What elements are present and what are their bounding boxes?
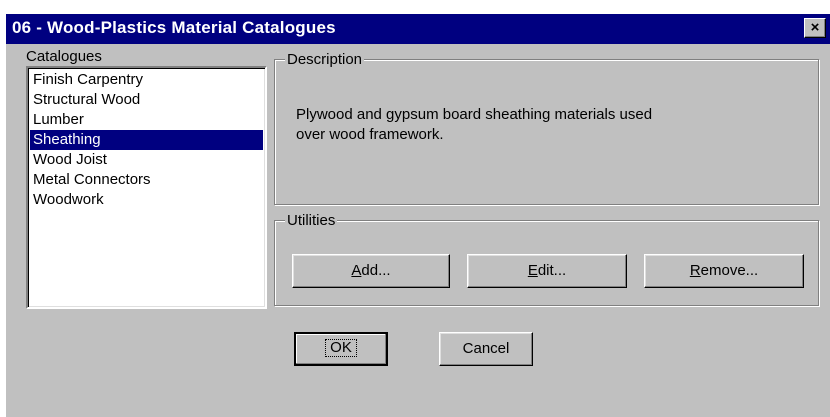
remove-label: emove... xyxy=(700,262,759,279)
list-item-wood-joist[interactable]: Wood Joist xyxy=(30,150,263,170)
description-text: Plywood and gypsum board sheathing mater… xyxy=(296,105,776,145)
cancel-button[interactable]: Cancel xyxy=(439,332,533,366)
catalogues-listbox[interactable]: Finish Carpentry Structural Wood Lumber … xyxy=(26,66,267,309)
edit-label: dit... xyxy=(537,262,567,279)
close-icon: × xyxy=(810,19,820,36)
list-item-lumber[interactable]: Lumber xyxy=(30,110,263,130)
add-button[interactable]: Add... xyxy=(292,254,450,288)
utilities-group-label: Utilities xyxy=(285,212,338,229)
list-item-woodwork[interactable]: Woodwork xyxy=(30,190,263,210)
remove-mnemonic: R xyxy=(689,262,701,279)
remove-button[interactable]: Remove... xyxy=(644,254,804,288)
ok-label: OK xyxy=(325,339,357,357)
list-item-sheathing[interactable]: Sheathing xyxy=(30,130,263,150)
window-title: 06 - Wood-Plastics Material Catalogues xyxy=(12,18,336,37)
add-mnemonic: A xyxy=(351,262,362,279)
cancel-label: Cancel xyxy=(462,340,510,357)
description-line-1: Plywood and gypsum board sheathing mater… xyxy=(296,106,653,123)
material-catalogues-dialog: 06 - Wood-Plastics Material Catalogues ×… xyxy=(6,14,830,417)
background-text-fragment xyxy=(0,0,830,14)
list-item-metal-connectors[interactable]: Metal Connectors xyxy=(30,170,263,190)
edit-mnemonic: E xyxy=(527,262,538,279)
list-item-structural-wood[interactable]: Structural Wood xyxy=(30,90,263,110)
list-item-finish-carpentry[interactable]: Finish Carpentry xyxy=(30,70,263,90)
catalogues-label: Catalogues xyxy=(26,48,102,65)
ok-button[interactable]: OK xyxy=(294,332,388,366)
title-bar[interactable]: 06 - Wood-Plastics Material Catalogues × xyxy=(6,14,830,44)
description-group-label: Description xyxy=(285,51,365,68)
add-label: dd... xyxy=(361,262,391,279)
close-button[interactable]: × xyxy=(804,18,826,38)
edit-button[interactable]: Edit... xyxy=(467,254,627,288)
description-line-2: over wood framework. xyxy=(296,126,444,143)
